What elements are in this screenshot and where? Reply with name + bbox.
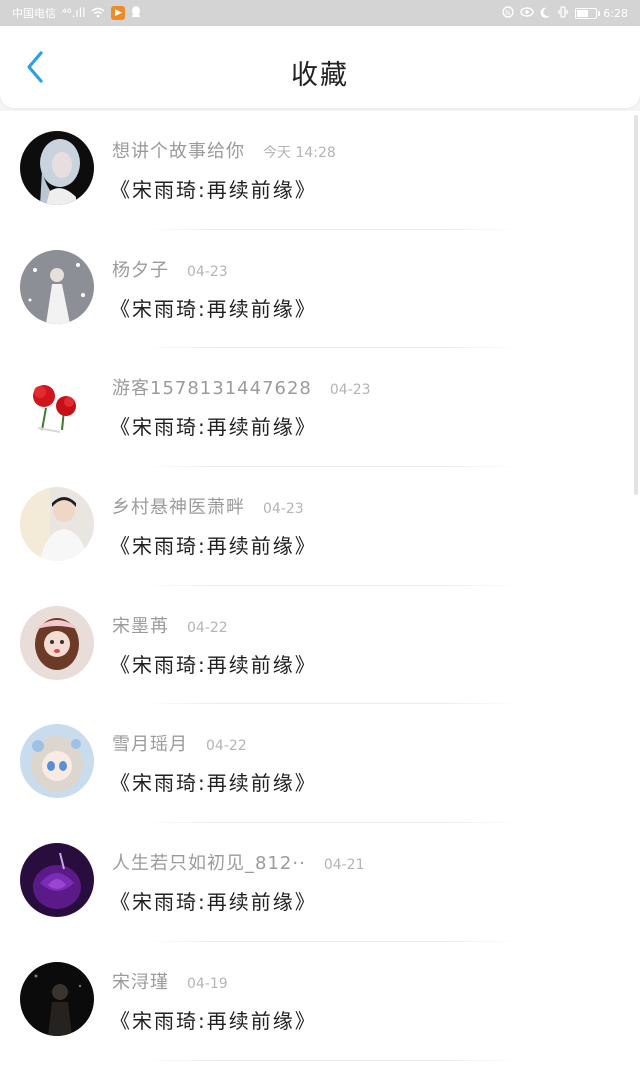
item-meta: 人生若只如初见_812·· 04-21 xyxy=(112,849,365,875)
timestamp: 04-19 xyxy=(187,975,228,992)
avatar[interactable] xyxy=(20,249,94,324)
username[interactable]: 杨夕子 xyxy=(112,256,169,282)
qq-notification-icon xyxy=(131,6,141,20)
divider xyxy=(140,1059,520,1061)
timestamp: 04-23 xyxy=(187,263,228,280)
status-left: 中国电信 ⁴⁶.ıll ▶ xyxy=(12,5,141,21)
work-title[interactable]: 《宋雨琦:再续前缘》 xyxy=(110,411,317,440)
status-right: N 6:28 xyxy=(502,6,628,20)
work-title[interactable]: 《宋雨琦:再续前缘》 xyxy=(110,649,317,678)
work-title[interactable]: 《宋雨琦:再续前缘》 xyxy=(110,1005,317,1034)
username[interactable]: 宋墨苒 xyxy=(112,612,169,638)
timestamp: 04-23 xyxy=(329,382,371,399)
timestamp: 04-22 xyxy=(187,619,228,636)
timestamp: 今天 14:28 xyxy=(263,145,336,161)
list-item[interactable]: 想讲个故事给你 今天 14:28 《宋雨琦:再续前缘》 xyxy=(0,111,640,230)
timestamp: 04-23 xyxy=(263,501,304,518)
battery-fill xyxy=(577,9,589,17)
vibrate-icon xyxy=(557,6,569,20)
timestamp: 04-21 xyxy=(323,857,365,874)
item-meta: 杨夕子 04-23 xyxy=(112,256,228,282)
wifi-icon xyxy=(91,7,105,20)
page-title: 收藏 xyxy=(291,60,349,91)
username[interactable]: 想讲个故事给你 xyxy=(112,137,245,163)
item-meta: 宋浔瑾 04-19 xyxy=(112,968,228,994)
favorites-list[interactable]: 想讲个故事给你 今天 14:28 《宋雨琦:再续前缘》 杨夕子 04-23 《宋… xyxy=(0,111,640,1066)
eye-icon xyxy=(520,7,534,19)
list-item[interactable]: 雪月瑶月 04-22 《宋雨琦:再续前缘》 xyxy=(0,704,640,824)
list-item[interactable]: 乡村悬神医萧畔 04-23 《宋雨琦:再续前缘》 xyxy=(0,467,640,586)
clock-label: 6:28 xyxy=(603,6,628,20)
status-bar: 中国电信 ⁴⁶.ıll ▶ N 6:28 xyxy=(0,0,640,26)
avatar[interactable] xyxy=(20,724,94,799)
username[interactable]: 宋浔瑾 xyxy=(112,968,169,994)
moon-icon xyxy=(540,7,551,20)
username[interactable]: 乡村悬神医萧畔 xyxy=(112,493,245,519)
work-title[interactable]: 《宋雨琦:再续前缘》 xyxy=(110,767,317,796)
work-title[interactable]: 《宋雨琦:再续前缘》 xyxy=(110,530,317,559)
avatar[interactable] xyxy=(20,368,94,443)
list-item[interactable]: 宋墨苒 04-22 《宋雨琦:再续前缘》 xyxy=(0,586,640,705)
item-meta: 想讲个故事给你 今天 14:28 xyxy=(112,137,336,163)
svg-text:N: N xyxy=(505,9,510,17)
work-title[interactable]: 《宋雨琦:再续前缘》 xyxy=(110,293,317,322)
username[interactable]: 雪月瑶月 xyxy=(112,730,188,756)
list-item[interactable]: 宋浔瑾 04-19 《宋雨琦:再续前缘》 xyxy=(0,942,640,1061)
username[interactable]: 人生若只如初见_812·· xyxy=(112,849,306,875)
avatar[interactable] xyxy=(20,487,94,562)
item-meta: 游客1578131447628 04-23 xyxy=(112,374,371,400)
avatar[interactable] xyxy=(20,843,94,918)
list-item[interactable]: 杨夕子 04-23 《宋雨琦:再续前缘》 xyxy=(0,230,640,349)
app-notification-icon: ▶ xyxy=(111,6,126,20)
avatar[interactable] xyxy=(20,131,94,205)
item-meta: 乡村悬神医萧畔 04-23 xyxy=(112,493,304,519)
nfc-icon: N xyxy=(502,6,514,20)
list-item[interactable]: 人生若只如初见_812·· 04-21 《宋雨琦:再续前缘》 xyxy=(0,823,640,942)
work-title[interactable]: 《宋雨琦:再续前缘》 xyxy=(110,886,317,915)
item-meta: 雪月瑶月 04-22 xyxy=(112,730,247,756)
header: 收藏 xyxy=(0,26,640,108)
list-item[interactable]: 游客1578131447628 04-23 《宋雨琦:再续前缘》 xyxy=(0,348,640,468)
username[interactable]: 游客1578131447628 xyxy=(112,374,312,400)
signal-icon: ⁴⁶.ıll xyxy=(62,6,86,20)
work-title[interactable]: 《宋雨琦:再续前缘》 xyxy=(110,174,317,203)
battery-icon xyxy=(575,7,601,19)
avatar[interactable] xyxy=(20,961,94,1036)
carrier-label: 中国电信 xyxy=(12,7,56,20)
timestamp: 04-22 xyxy=(206,738,247,755)
avatar[interactable] xyxy=(20,605,94,680)
item-meta: 宋墨苒 04-22 xyxy=(112,612,228,638)
